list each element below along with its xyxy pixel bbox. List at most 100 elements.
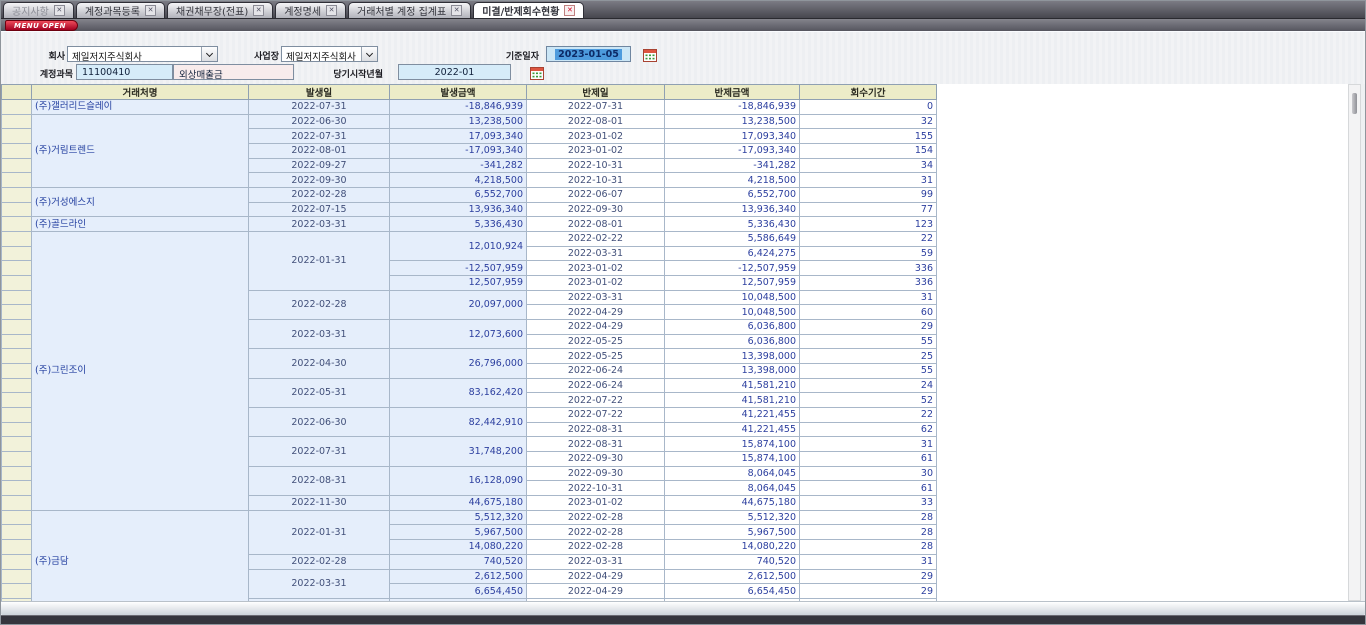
calendar-icon[interactable] — [643, 47, 657, 61]
settle-amount-cell[interactable]: 2,612,500 — [665, 569, 800, 584]
customer-name-cell[interactable]: (주)거림트렌드 — [32, 114, 249, 187]
occur-date-cell[interactable]: 2022-03-31 — [249, 217, 390, 232]
row-selector[interactable] — [2, 232, 32, 247]
occur-amount-cell[interactable]: 6,552,700 — [390, 188, 527, 203]
collect-days-cell[interactable]: 0 — [800, 100, 937, 115]
collect-days-cell[interactable]: 52 — [800, 393, 937, 408]
customer-name-cell[interactable]: (주)거성에스지 — [32, 188, 249, 217]
occur-amount-cell[interactable]: 17,093,340 — [390, 129, 527, 144]
row-selector[interactable] — [2, 569, 32, 584]
settle-date-cell[interactable]: 2022-06-07 — [527, 188, 665, 203]
settle-amount-cell[interactable]: -18,846,939 — [665, 100, 800, 115]
settle-amount-cell[interactable]: 6,552,700 — [665, 188, 800, 203]
occur-amount-cell[interactable]: 5,336,430 — [390, 217, 527, 232]
row-selector[interactable] — [2, 158, 32, 173]
tab-close-icon[interactable]: ✕ — [145, 5, 156, 16]
occur-date-cell[interactable]: 2022-08-31 — [249, 466, 390, 495]
occur-amount-cell[interactable]: 44,675,180 — [390, 496, 527, 511]
collect-days-cell[interactable]: 22 — [800, 408, 937, 423]
row-selector[interactable] — [2, 334, 32, 349]
settle-date-cell[interactable]: 2022-05-25 — [527, 349, 665, 364]
customer-name-cell[interactable]: (주)그린조이 — [32, 232, 249, 511]
settle-date-cell[interactable]: 2023-01-02 — [527, 496, 665, 511]
settle-amount-cell[interactable]: 6,036,800 — [665, 320, 800, 335]
calendar-icon[interactable] — [530, 65, 544, 79]
chevron-down-icon[interactable] — [201, 47, 217, 61]
settle-date-cell[interactable]: 2022-07-22 — [527, 393, 665, 408]
settle-amount-cell[interactable]: 8,064,045 — [665, 466, 800, 481]
customer-name-cell[interactable]: (주)골드라인 — [32, 217, 249, 232]
collect-days-cell[interactable]: 29 — [800, 584, 937, 599]
occur-amount-cell[interactable]: 12,073,600 — [390, 320, 527, 349]
site-select[interactable]: 제일저지주식회사 — [281, 46, 378, 62]
collect-days-cell[interactable]: 155 — [800, 129, 937, 144]
occur-amount-cell[interactable]: 13,936,340 — [390, 202, 527, 217]
collect-days-cell[interactable]: 62 — [800, 422, 937, 437]
occur-amount-cell[interactable]: 5,512,320 — [390, 510, 527, 525]
col-header-settle-amount[interactable]: 반제금액 — [665, 85, 800, 100]
settle-amount-cell[interactable]: 5,967,500 — [665, 525, 800, 540]
row-selector[interactable] — [2, 496, 32, 511]
tab-account-register[interactable]: 계정과목등록✕ — [76, 2, 165, 18]
settle-amount-cell[interactable]: 5,512,320 — [665, 510, 800, 525]
settle-amount-cell[interactable]: 15,874,100 — [665, 452, 800, 467]
settle-amount-cell[interactable]: 41,581,210 — [665, 393, 800, 408]
tab-settlement-status[interactable]: 미결/반제회수현황✕ — [473, 2, 584, 18]
row-selector[interactable] — [2, 540, 32, 555]
collect-days-cell[interactable]: 61 — [800, 452, 937, 467]
collect-days-cell[interactable]: 29 — [800, 320, 937, 335]
settle-date-cell[interactable]: 2022-09-30 — [527, 466, 665, 481]
settle-date-cell[interactable]: 2022-09-30 — [527, 202, 665, 217]
settle-date-cell[interactable]: 2022-04-29 — [527, 569, 665, 584]
occur-amount-cell[interactable]: 4,218,500 — [390, 173, 527, 188]
occur-date-cell[interactable]: 2022-01-31 — [249, 232, 390, 291]
occur-amount-cell[interactable]: 31,748,200 — [390, 437, 527, 466]
collect-days-cell[interactable]: 31 — [800, 173, 937, 188]
row-selector[interactable] — [2, 437, 32, 452]
collect-days-cell[interactable]: 28 — [800, 540, 937, 555]
settle-amount-cell[interactable]: 12,507,959 — [665, 276, 800, 291]
occur-date-cell[interactable]: 2022-07-15 — [249, 202, 390, 217]
settle-amount-cell[interactable]: 5,586,649 — [665, 232, 800, 247]
occur-amount-cell[interactable]: 13,238,500 — [390, 114, 527, 129]
occur-amount-cell[interactable]: 6,654,450 — [390, 584, 527, 599]
settle-amount-cell[interactable]: 17,093,340 — [665, 129, 800, 144]
occur-date-cell[interactable]: 2022-01-31 — [249, 510, 390, 554]
row-selector[interactable] — [2, 554, 32, 569]
row-selector[interactable] — [2, 202, 32, 217]
settle-date-cell[interactable]: 2022-04-29 — [527, 320, 665, 335]
occur-date-cell[interactable]: 2022-04-30 — [249, 349, 390, 378]
tab-close-icon[interactable]: ✕ — [326, 5, 337, 16]
occur-amount-cell[interactable]: 16,128,090 — [390, 466, 527, 495]
settle-amount-cell[interactable]: -12,507,959 — [665, 261, 800, 276]
settle-amount-cell[interactable]: 10,048,500 — [665, 290, 800, 305]
settle-amount-cell[interactable]: 6,654,450 — [665, 584, 800, 599]
customer-name-cell[interactable]: (주)갤러리드슬레이 — [32, 100, 249, 115]
collect-days-cell[interactable]: 55 — [800, 364, 937, 379]
tab-close-icon[interactable]: ✕ — [564, 5, 575, 16]
row-selector[interactable] — [2, 129, 32, 144]
collect-days-cell[interactable]: 29 — [800, 569, 937, 584]
col-header-occur-amount[interactable]: 발생금액 — [390, 85, 527, 100]
occur-amount-cell[interactable]: -17,093,340 — [390, 144, 527, 159]
row-selector[interactable] — [2, 510, 32, 525]
row-selector[interactable] — [2, 217, 32, 232]
settle-amount-cell[interactable]: 8,064,045 — [665, 481, 800, 496]
row-selector[interactable] — [2, 393, 32, 408]
tab-notice[interactable]: 공지사항✕ — [3, 2, 74, 18]
occur-amount-cell[interactable]: -341,282 — [390, 158, 527, 173]
row-selector[interactable] — [2, 584, 32, 599]
settle-amount-cell[interactable]: 13,398,000 — [665, 364, 800, 379]
settle-amount-cell[interactable]: 14,080,220 — [665, 540, 800, 555]
settle-amount-cell[interactable]: 41,581,210 — [665, 378, 800, 393]
occur-date-cell[interactable]: 2022-03-31 — [249, 569, 390, 598]
settle-amount-cell[interactable]: 13,936,340 — [665, 202, 800, 217]
row-selector[interactable] — [2, 408, 32, 423]
tab-close-icon[interactable]: ✕ — [451, 5, 462, 16]
col-header-collect-period[interactable]: 회수기간 — [800, 85, 937, 100]
occur-amount-cell[interactable]: 2,612,500 — [390, 569, 527, 584]
occur-date-cell[interactable]: 2022-07-31 — [249, 100, 390, 115]
settle-date-cell[interactable]: 2022-05-25 — [527, 334, 665, 349]
row-selector[interactable] — [2, 525, 32, 540]
occur-amount-cell[interactable]: -18,846,939 — [390, 100, 527, 115]
